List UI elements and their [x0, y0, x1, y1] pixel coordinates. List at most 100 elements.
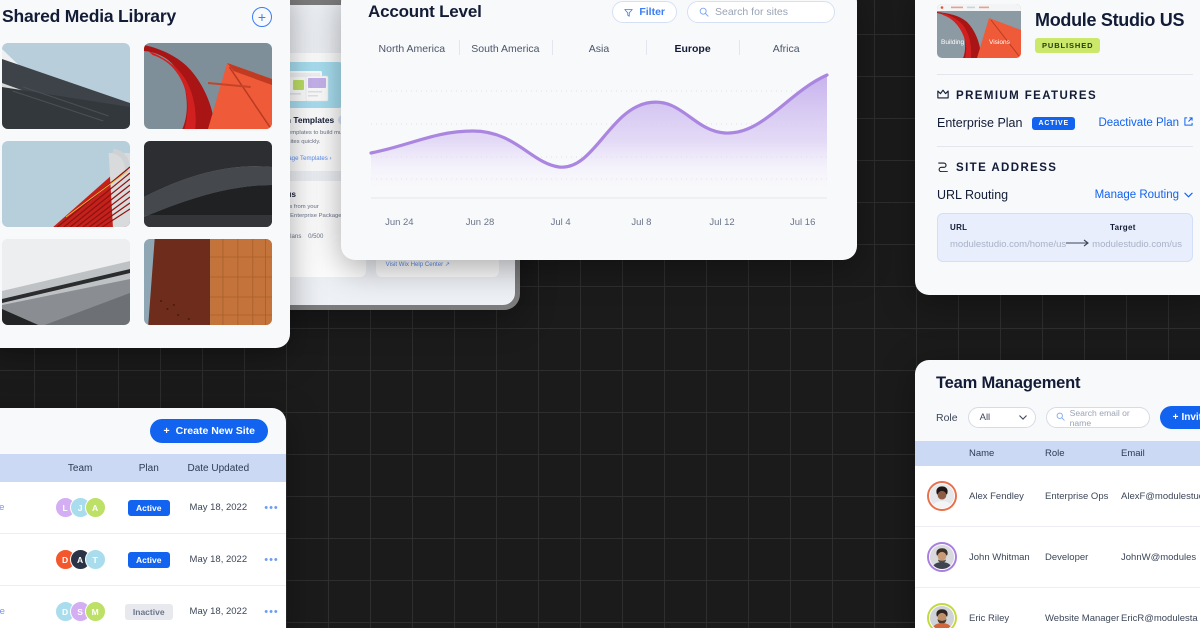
sites-table-panel: + Create New Site Team Plan Date Updated…	[0, 408, 286, 628]
team-management-panel: Team Management Role All Search email or…	[915, 360, 1200, 628]
member-email: JohnW@modules	[1121, 551, 1197, 563]
table-row[interactable]: John Whitman Developer JohnW@modules	[915, 527, 1200, 588]
ellipsis-icon[interactable]: •••	[257, 606, 286, 618]
chart-controls: Filter Search for sites	[612, 1, 835, 23]
page-title: Shared Media Library	[2, 6, 176, 26]
x-tick-label: Jul 12	[709, 217, 735, 228]
media-thumb-red-louvre-facade[interactable]	[2, 141, 130, 227]
member-name: Eric Riley	[969, 612, 1010, 624]
site-address-heading-label: SITE ADDRESS	[956, 162, 1058, 174]
column-header-plan: Plan	[138, 462, 159, 474]
member-name: John Whitman	[969, 551, 1030, 563]
invite-button[interactable]: + Invite	[1159, 406, 1200, 429]
tab-asia[interactable]: Asia	[552, 39, 646, 63]
premium-features-heading: PREMIUM FEATURES	[937, 89, 1193, 103]
column-header-email: Email	[1121, 448, 1145, 459]
manage-routing-label: Manage Routing	[1094, 189, 1179, 201]
member-role: Enterprise Ops	[1045, 490, 1109, 502]
table-row[interactable]: es/home L J A Active May 18, 2022 •••	[0, 482, 286, 534]
team-table-header: Name Role Email	[915, 441, 1200, 466]
avatar: M	[84, 601, 106, 622]
region-tabs: North America South America Asia Europe …	[365, 39, 833, 63]
divider	[937, 146, 1193, 147]
team-search-input[interactable]: Search email or name	[1045, 407, 1150, 428]
x-tick-label: Jul 8	[631, 217, 652, 228]
table-row[interactable]: Eric Riley Website Manager EricR@modules…	[915, 588, 1200, 628]
deactivate-plan-link[interactable]: Deactivate Plan	[1098, 117, 1193, 129]
member-email: EricR@modulesta	[1121, 612, 1198, 624]
funnel-icon	[624, 8, 633, 17]
url-routing-row: URL Routing Manage Routing	[937, 188, 1193, 202]
arrow-right-icon	[1066, 239, 1092, 250]
divider	[937, 74, 1193, 75]
account-level-chart-panel: Account Level Filter Search for sites No…	[341, 0, 857, 260]
routing-url-value[interactable]: modulestudio.com/home/us	[950, 239, 1066, 250]
tab-africa[interactable]: Africa	[739, 39, 833, 63]
route-icon	[937, 161, 949, 175]
search-input[interactable]: Search for sites	[687, 1, 835, 23]
plan-name: Enterprise Plan	[937, 116, 1023, 130]
svg-text:Visions: Visions	[989, 39, 1011, 46]
role-label: Role	[936, 411, 958, 424]
ellipsis-icon[interactable]: •••	[257, 502, 286, 514]
create-new-site-button[interactable]: + Create New Site	[150, 419, 268, 443]
avatar: T	[84, 549, 106, 570]
team-avatars: L J A	[42, 497, 117, 518]
site-preview-thumbnail[interactable]: Building Visions	[937, 4, 1021, 58]
crown-icon	[937, 89, 949, 103]
column-header-date-updated: Date Updated	[187, 462, 250, 474]
role-select-value: All	[979, 412, 991, 423]
media-thumb-red-sculpture[interactable]	[144, 43, 272, 129]
plus-icon: +	[163, 425, 170, 437]
media-thumb-grey-stair-underside[interactable]	[2, 239, 130, 325]
ellipsis-icon[interactable]: •••	[257, 554, 286, 566]
help-center-link[interactable]: Visit Wix Help Center ↗	[386, 261, 489, 268]
table-row[interactable]: r/home D A T Active May 18, 2022 •••	[0, 534, 286, 586]
media-thumb-rust-corten-facade[interactable]	[144, 239, 272, 325]
create-new-site-label: Create New Site	[175, 425, 255, 437]
site-header-text: Module Studio US PUBLISHED	[1035, 10, 1184, 53]
shared-media-library-panel: Shared Media Library +	[0, 0, 290, 348]
page-title: Account Level	[368, 2, 482, 21]
tab-europe[interactable]: Europe	[645, 39, 740, 63]
column-header-team: Team	[67, 462, 93, 474]
filter-button[interactable]: Filter	[612, 1, 677, 23]
role-filter-select[interactable]: All	[967, 407, 1036, 428]
site-name: Module Studio US	[1035, 9, 1185, 30]
status-badge: Active	[127, 499, 170, 516]
premium-heading-label: PREMIUM FEATURES	[956, 90, 1098, 102]
member-role: Developer	[1045, 551, 1089, 563]
table-row[interactable]: Alex Fendley Enterprise Ops AlexF@module…	[915, 466, 1200, 527]
manage-routing-link[interactable]: Manage Routing	[1095, 189, 1193, 201]
plus-icon: +	[1172, 412, 1179, 423]
site-url[interactable]: es/home	[0, 502, 42, 513]
media-thumbnail-grid	[0, 43, 274, 325]
chevron-down-icon	[1184, 189, 1193, 201]
avatar: A	[84, 497, 106, 518]
site-url[interactable]: de/home	[0, 606, 42, 617]
plus-circle-icon[interactable]: +	[252, 6, 272, 27]
media-thumb-dark-curved-concrete[interactable]	[144, 141, 272, 227]
site-info-panel: Building Visions Module Studio US PUBLIS…	[915, 0, 1200, 295]
enterprise-plans-value: 0/500	[308, 232, 324, 240]
column-header-role: Role	[1045, 448, 1065, 459]
avatar-john-whitman	[927, 542, 957, 572]
member-name: Alex Fendley	[969, 490, 1024, 502]
date-updated: May 18, 2022	[189, 554, 248, 565]
routing-target-value[interactable]: modulestudio.com/us	[1092, 239, 1182, 250]
team-avatars: D S M	[42, 601, 117, 622]
table-row[interactable]: de/home D S M Inactive May 18, 2022 •••	[0, 586, 286, 628]
team-search-placeholder: Search email or name	[1069, 407, 1130, 428]
media-thumb-concrete-roofline[interactable]	[2, 43, 130, 129]
status-badge: PUBLISHED	[1035, 37, 1101, 53]
tab-south-america[interactable]: South America	[458, 39, 553, 63]
routing-table-header: URL Target	[950, 223, 1180, 232]
sites-toolbar: + Create New Site	[0, 408, 286, 454]
status-badge: Inactive	[124, 603, 173, 620]
column-header-name: Name	[969, 448, 995, 459]
site-url[interactable]: r/home	[0, 554, 42, 565]
screenshot-stage: Shared Media Library + Account Level Fil…	[0, 0, 1200, 628]
tab-north-america[interactable]: North America	[365, 39, 459, 63]
x-tick-label: Jul 16	[790, 217, 816, 228]
chart-header: Account Level Filter Search for sites	[341, 0, 857, 23]
